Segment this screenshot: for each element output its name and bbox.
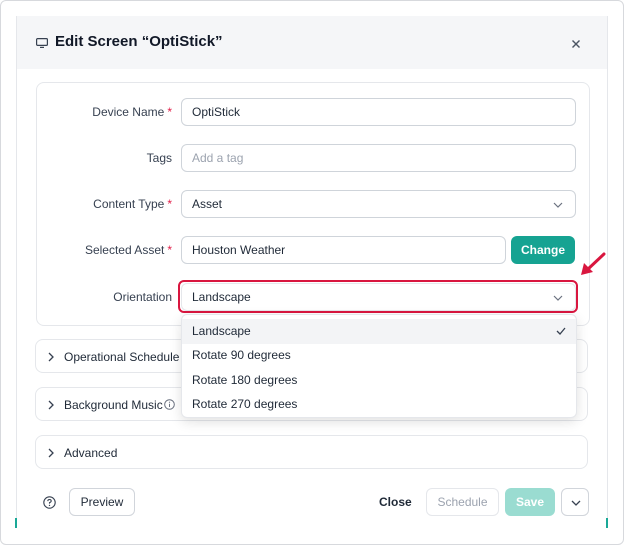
help-icon[interactable] xyxy=(43,496,56,509)
tags-label: Tags xyxy=(146,151,172,165)
device-name-input[interactable]: OptiStick xyxy=(181,98,576,126)
orientation-option[interactable]: Rotate 180 degrees xyxy=(182,368,576,393)
dialog-title: Edit Screen “OptiStick” xyxy=(55,33,223,50)
orientation-dropdown: Landscape Rotate 90 degrees Rotate 180 d… xyxy=(181,314,577,418)
background-music-label: Background Music xyxy=(64,398,163,412)
chevron-down-icon xyxy=(571,500,581,506)
monitor-icon xyxy=(36,38,48,48)
modal-accent-left xyxy=(15,518,17,528)
chevron-down-icon xyxy=(553,202,563,208)
save-button[interactable]: Save xyxy=(505,488,555,516)
chevron-right-icon xyxy=(48,400,54,410)
pointer-arrow-icon xyxy=(581,252,606,275)
orientation-option-label: Landscape xyxy=(192,324,251,338)
preview-button[interactable]: Preview xyxy=(69,488,135,516)
orientation-option[interactable]: Landscape xyxy=(182,319,576,344)
save-options-button[interactable] xyxy=(561,488,589,516)
info-icon[interactable] xyxy=(164,399,175,410)
content-type-value: Asset xyxy=(192,197,223,211)
content-type-select[interactable]: Asset xyxy=(181,190,576,218)
check-icon xyxy=(556,327,566,335)
tags-input[interactable]: Add a tag xyxy=(181,144,576,172)
close-button[interactable]: Close xyxy=(379,495,412,509)
advanced-section[interactable]: Advanced xyxy=(35,435,588,469)
content-type-label: Content Type * xyxy=(93,197,172,211)
dialog-header: Edit Screen “OptiStick” xyxy=(17,16,607,69)
selected-asset-input[interactable]: Houston Weather xyxy=(181,236,506,264)
selected-asset-label: Selected Asset * xyxy=(84,243,172,257)
close-icon[interactable] xyxy=(569,37,583,51)
orientation-highlight xyxy=(178,280,578,313)
schedule-button[interactable]: Schedule xyxy=(426,488,499,516)
change-asset-button[interactable]: Change xyxy=(511,236,575,264)
chevron-right-icon xyxy=(48,352,54,362)
orientation-option[interactable]: Rotate 90 degrees xyxy=(182,343,576,368)
modal-accent-right xyxy=(606,518,608,528)
operational-schedule-label: Operational Schedule xyxy=(64,350,180,364)
orientation-option[interactable]: Rotate 270 degrees xyxy=(182,392,576,417)
device-name-label: Device Name * xyxy=(92,105,172,119)
orientation-label: Orientation xyxy=(113,290,172,304)
chevron-right-icon xyxy=(48,448,54,458)
advanced-label: Advanced xyxy=(64,446,118,460)
